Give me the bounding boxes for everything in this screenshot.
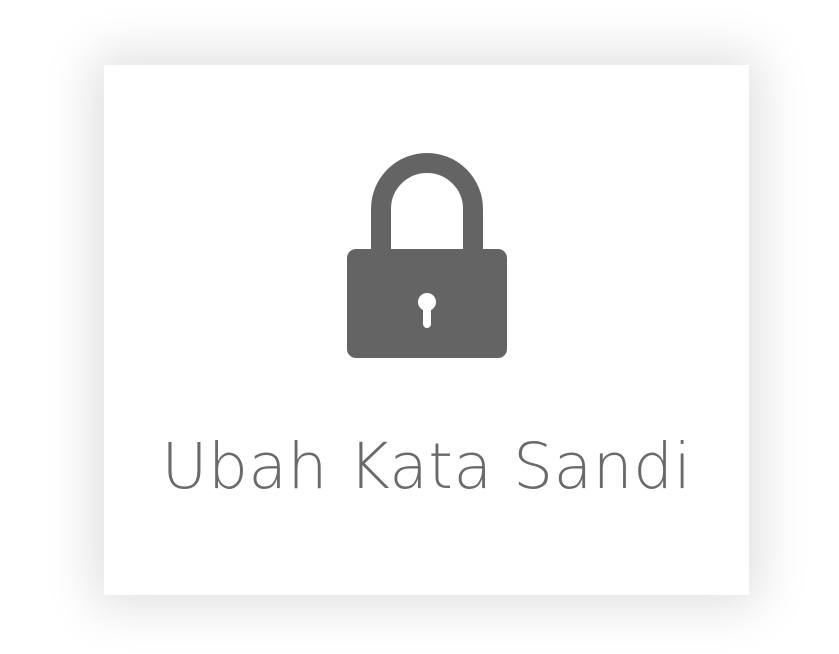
- card-label: Ubah Kata Sandi: [161, 430, 692, 503]
- change-password-card[interactable]: Ubah Kata Sandi: [104, 65, 749, 595]
- screen: Ubah Kata Sandi: [0, 0, 839, 654]
- lock-icon: [346, 151, 508, 361]
